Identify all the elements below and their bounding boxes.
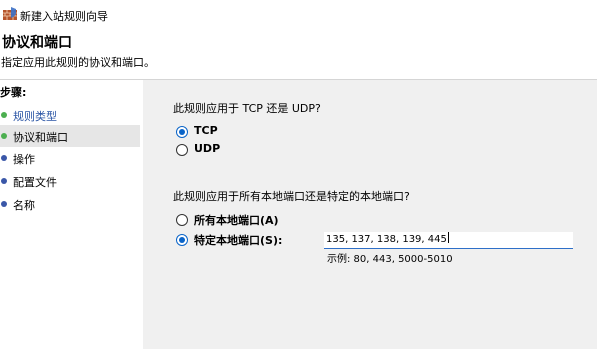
step-status-dot-icon <box>1 133 7 139</box>
ports-question: 此规则应用于所有本地端口还是特定的本地端口? <box>173 190 410 203</box>
step-status-dot-icon <box>1 201 7 207</box>
step-label: 名称 <box>13 199 35 212</box>
step-status-dot-icon <box>1 178 7 184</box>
step-action[interactable]: 操作 <box>0 147 140 169</box>
step-label: 配置文件 <box>13 176 57 189</box>
tcp-radio[interactable] <box>176 126 188 138</box>
step-profile[interactable]: 配置文件 <box>0 170 140 192</box>
steps-heading: 步骤: <box>0 86 27 99</box>
protocol-question: 此规则应用于 TCP 还是 UDP? <box>173 102 321 115</box>
text-caret <box>447 232 449 243</box>
ports-example-hint: 示例: 80, 443, 5000-5010 <box>327 254 453 265</box>
specific-ports-radio-label[interactable]: 特定本地端口(S): <box>194 232 282 248</box>
specific-ports-input[interactable]: 135, 137, 138, 139, 445 <box>324 232 573 249</box>
wizard-header: 协议和端口 指定应用此规则的协议和端口。 <box>0 28 597 80</box>
udp-radio-label[interactable]: UDP <box>194 142 220 155</box>
step-status-dot-icon <box>1 155 7 161</box>
all-ports-radio-label[interactable]: 所有本地端口(A) <box>194 212 279 228</box>
step-name[interactable]: 名称 <box>0 193 140 215</box>
title-bar: 新建入站规则向导 <box>0 0 597 28</box>
step-rule-type[interactable]: 规则类型 <box>0 104 140 126</box>
step-label: 协议和端口 <box>13 131 68 144</box>
step-label: 操作 <box>13 153 35 166</box>
page-subtitle: 指定应用此规则的协议和端口。 <box>1 56 155 69</box>
specific-ports-radio[interactable] <box>176 234 188 246</box>
step-label: 规则类型 <box>13 110 57 123</box>
udp-radio[interactable] <box>176 144 188 156</box>
firewall-wall-icon <box>3 7 17 20</box>
steps-panel: 步骤: 规则类型 协议和端口 操作 配置文件 名称 <box>0 80 143 349</box>
ports-input-value: 135, 137, 138, 139, 445 <box>326 234 447 245</box>
main-panel: 此规则应用于 TCP 还是 UDP? TCP UDP 此规则应用于所有本地端口还… <box>143 80 597 349</box>
all-ports-radio[interactable] <box>176 214 188 226</box>
step-protocol-ports[interactable]: 协议和端口 <box>0 125 140 147</box>
tcp-radio-label[interactable]: TCP <box>194 124 218 137</box>
step-status-dot-icon <box>1 112 7 118</box>
page-title: 协议和端口 <box>2 35 72 51</box>
window-title: 新建入站规则向导 <box>20 10 108 23</box>
